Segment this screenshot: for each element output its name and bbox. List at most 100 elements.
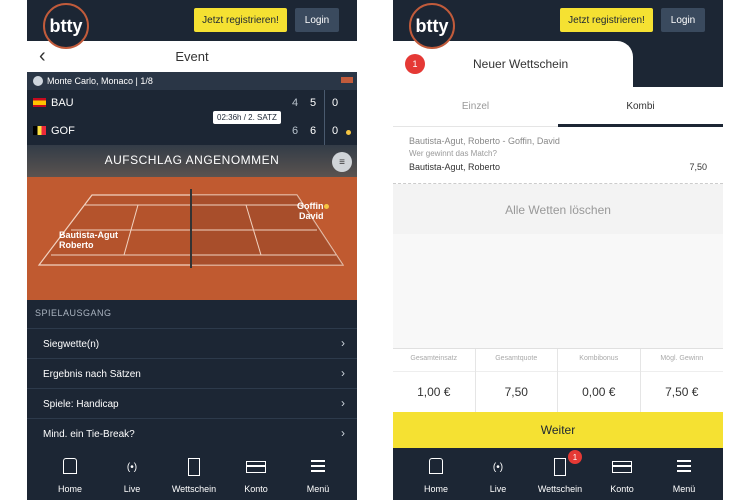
game-score: 0 xyxy=(332,125,339,137)
player-name: Bautista-Agut Roberto xyxy=(59,230,118,250)
nav-account[interactable]: Konto xyxy=(223,448,289,500)
team-row-away: GOF 6 6 0 xyxy=(27,118,357,144)
total-label: Gesamtquote xyxy=(495,355,538,362)
stats-icon[interactable] xyxy=(341,77,353,83)
nav-home[interactable]: Home xyxy=(37,448,103,500)
betslip-title: Neuer Wettschein xyxy=(473,57,569,71)
crowd-background: AUFSCHLAG ANGENOMMEN ≡ xyxy=(27,145,357,177)
belgium-flag-icon xyxy=(33,126,46,135)
betslip-screen: Jetzt registrieren! Login btty 1 Neuer W… xyxy=(393,0,723,500)
nav-label: Home xyxy=(423,484,448,494)
market-item-winner[interactable]: Siegwette(n) › xyxy=(27,328,357,358)
market-list: SPIELAUSGANG Siegwette(n) › Ergebnis nac… xyxy=(27,300,357,448)
total-value: 1,00 € xyxy=(417,385,451,399)
hamburger-icon xyxy=(285,458,351,475)
event-screen: Jetzt registrieren! Login btty ‹ Event M… xyxy=(27,0,357,500)
tab-single[interactable]: Einzel xyxy=(393,101,558,112)
nav-live[interactable]: (•) Live xyxy=(465,448,531,500)
market-item-tiebreak[interactable]: Mind. ein Tie-Break? › xyxy=(27,418,357,448)
combi-bonus: Kombibonus 0,00 € xyxy=(558,349,641,413)
betslip-count-badge: 1 xyxy=(568,450,582,464)
team-code: BAU xyxy=(51,97,74,109)
btty-logo[interactable]: btty xyxy=(43,3,89,49)
continue-button[interactable]: Weiter xyxy=(393,412,723,448)
betslip-totals: Gesamteinsatz 1,00 € Gesamtquote 7,50 Ko… xyxy=(393,348,724,413)
nav-label: Wettschein xyxy=(537,484,583,494)
nav-label: Live xyxy=(489,484,507,494)
nav-label: Konto xyxy=(610,484,634,494)
chevron-right-icon: › xyxy=(341,426,345,440)
possible-win: Mögl. Gewinn 7,50 € xyxy=(641,349,724,413)
market-label: Spiele: Handicap xyxy=(43,399,119,410)
register-button[interactable]: Jetzt registrieren! xyxy=(560,8,653,32)
serving-indicator-icon xyxy=(346,130,351,135)
nav-label: Wettschein xyxy=(171,484,217,494)
clear-all-bets-button[interactable]: Alle Wetten löschen xyxy=(393,184,723,234)
card-icon xyxy=(223,458,289,473)
nav-menu[interactable]: Menü xyxy=(285,448,351,500)
chevron-right-icon: › xyxy=(341,366,345,380)
selected-pick: Bautista-Agut, Roberto xyxy=(409,162,501,172)
nav-menu[interactable]: Menü xyxy=(651,448,717,500)
market-question: Wer gewinnt das Match? xyxy=(409,149,497,158)
active-tab-indicator xyxy=(558,124,723,127)
betslip-empty-area xyxy=(393,234,723,348)
match-name: Bautista-Agut, Roberto - Goffin, David xyxy=(409,136,560,146)
total-label: Kombibonus xyxy=(579,355,619,362)
player-name: Goffin David xyxy=(297,201,324,221)
bet-count-badge: 1 xyxy=(405,54,425,74)
player-label-right: Goffin David xyxy=(297,201,324,221)
bottom-nav: Home (•) Live 1 Wettschein Konto Menü xyxy=(393,448,723,500)
nav-label: Menü xyxy=(306,484,330,494)
menu-lines-icon[interactable]: ≡ xyxy=(332,152,352,172)
scoreboard: Monte Carlo, Monaco | 1/8 BAU 4 5 0 GOF … xyxy=(27,72,357,145)
nav-label: Konto xyxy=(244,484,268,494)
total-value: 7,50 xyxy=(504,385,528,399)
match-timer: 02:36h / 2. SATZ xyxy=(213,111,281,124)
market-label: Siegwette(n) xyxy=(43,339,100,350)
team-code: GOF xyxy=(51,125,75,137)
document-icon xyxy=(161,458,227,476)
live-court-visual: AUFSCHLAG ANGENOMMEN ≡ Bautista-Agut Rob… xyxy=(27,145,357,300)
nav-betslip[interactable]: Wettschein xyxy=(161,448,227,500)
nav-live[interactable]: (•) Live xyxy=(99,448,165,500)
market-item-set-result[interactable]: Ergebnis nach Sätzen › xyxy=(27,358,357,388)
player-label-left: Bautista-Agut Roberto xyxy=(59,230,118,250)
event-location: Monte Carlo, Monaco | 1/8 xyxy=(47,76,153,86)
login-button[interactable]: Login xyxy=(661,8,705,32)
home-icon xyxy=(37,458,103,474)
total-value: 7,50 € xyxy=(665,385,699,399)
team-row-home: BAU 4 5 0 xyxy=(27,90,357,116)
home-icon xyxy=(403,458,469,474)
betslip-header: 1 Neuer Wettschein xyxy=(393,41,723,87)
tab-combi[interactable]: Kombi xyxy=(558,101,723,112)
market-label: Ergebnis nach Sätzen xyxy=(43,369,141,380)
total-value: 0,00 € xyxy=(582,385,616,399)
divider xyxy=(324,90,325,145)
nav-home[interactable]: Home xyxy=(403,448,469,500)
market-label: Mind. ein Tie-Break? xyxy=(43,429,135,440)
chevron-right-icon: › xyxy=(341,336,345,350)
spain-flag-icon xyxy=(33,98,46,107)
hamburger-icon xyxy=(651,458,717,475)
game-score: 0 xyxy=(332,97,339,109)
location-row: Monte Carlo, Monaco | 1/8 xyxy=(27,72,357,90)
set-score: 5 xyxy=(310,97,317,109)
document-icon xyxy=(527,458,593,476)
chevron-right-icon: › xyxy=(341,396,345,410)
btty-logo[interactable]: btty xyxy=(409,3,455,49)
set-score: 4 xyxy=(292,97,299,109)
nav-betslip[interactable]: 1 Wettschein xyxy=(527,448,593,500)
card-icon xyxy=(589,458,655,473)
total-label: Mögl. Gewinn xyxy=(660,355,704,362)
nav-account[interactable]: Konto xyxy=(589,448,655,500)
selected-odd: 7,50 xyxy=(689,162,707,172)
total-stake[interactable]: Gesamteinsatz 1,00 € xyxy=(393,349,476,413)
live-broadcast-icon: (•) xyxy=(126,462,138,473)
login-button[interactable]: Login xyxy=(295,8,339,32)
register-button[interactable]: Jetzt registrieren! xyxy=(194,8,287,32)
total-odds: Gesamtquote 7,50 xyxy=(476,349,558,413)
market-item-handicap[interactable]: Spiele: Handicap › xyxy=(27,388,357,418)
set-score: 6 xyxy=(292,125,299,137)
live-broadcast-icon: (•) xyxy=(492,462,504,473)
